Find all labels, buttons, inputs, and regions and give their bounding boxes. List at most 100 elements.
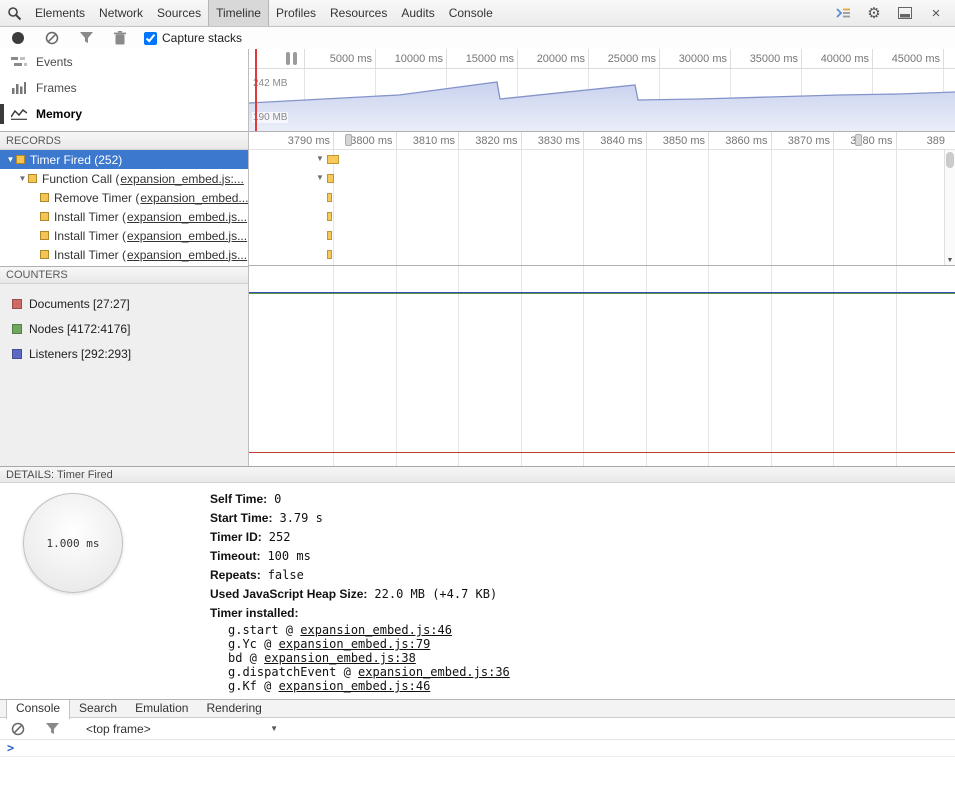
console-prompt-chevron: > (7, 741, 14, 755)
counters-gridlines (249, 266, 955, 466)
tick-label: 389 (927, 135, 945, 147)
tab-audits[interactable]: Audits (394, 0, 441, 26)
ruler-tick: 20000 ms (518, 49, 589, 68)
trash-icon[interactable] (112, 30, 128, 46)
tick-label: 5000 ms (330, 53, 372, 65)
tab-network[interactable]: Network (92, 0, 150, 26)
records-tree: ▼Timer Fired (252)▼Function Call (expans… (0, 150, 248, 266)
stack-source-link[interactable]: expansion_embed.js:79 (279, 637, 431, 651)
counter-color-swatch (12, 324, 22, 334)
capture-stacks-checkbox[interactable] (144, 32, 157, 45)
record-type-icon (40, 212, 49, 221)
detail-field-value: 0 (274, 492, 281, 506)
ruler-tick: 389 (897, 132, 955, 149)
documents-count-line (249, 452, 955, 453)
drawer-tab-console[interactable]: Console (6, 700, 70, 719)
record-source-link[interactable]: expansion_embed.js... (127, 248, 247, 262)
show-drawer-icon[interactable] (834, 4, 852, 22)
stack-frame: bd @ expansion_embed.js:38 (228, 651, 510, 665)
ruler-tick: 25000 ms (589, 49, 660, 68)
record-label: Remove Timer ( (54, 191, 139, 205)
counters-sidebar: Documents [27:27] Nodes [4172:4176] Listen… (0, 284, 248, 466)
counter-toggle[interactable]: Documents [27:27] (0, 291, 248, 316)
record-button[interactable] (10, 30, 26, 46)
record-label: Timer Fired (252) (30, 153, 122, 167)
tab-timeline[interactable]: Timeline (208, 0, 269, 26)
mode-events[interactable]: Events (0, 49, 248, 75)
ruler-tick: 3880 ms (834, 132, 897, 149)
drawer-tab-rendering[interactable]: Rendering (197, 700, 270, 718)
detail-field: Start Time:3.79 s (210, 508, 510, 527)
ruler-handle[interactable] (345, 134, 352, 146)
clear-console-icon[interactable] (10, 721, 26, 737)
gridline (397, 150, 460, 265)
detail-field-name: Timeout: (210, 549, 260, 563)
mode-memory[interactable]: Memory (0, 101, 248, 127)
close-icon[interactable]: × (927, 4, 945, 22)
clear-icon[interactable] (44, 30, 60, 46)
record-row[interactable]: Install Timer (expansion_embed.js... (0, 207, 248, 226)
tab-console[interactable]: Console (442, 0, 500, 26)
stack-source-link[interactable]: expansion_embed.js:46 (279, 679, 431, 693)
scrollbar-thumb[interactable] (946, 152, 954, 168)
record-row[interactable]: ▼ Timer Fired (252) (0, 150, 248, 169)
counter-toggle[interactable]: Nodes [4172:4176] (0, 316, 248, 341)
drawer-tab-search[interactable]: Search (70, 700, 126, 718)
ruler-tick: 35000 ms (731, 49, 802, 68)
tab-elements[interactable]: Elements (28, 0, 92, 26)
disclosure-arrow-icon[interactable]: ▼ (315, 154, 325, 163)
timeline-event-bar[interactable] (327, 174, 334, 183)
detail-field-value: 3.79 s (279, 511, 322, 525)
settings-gear-icon[interactable]: ⚙ (865, 4, 883, 22)
record-source-link[interactable]: expansion_embed... (140, 191, 248, 205)
tab-resources[interactable]: Resources (323, 0, 394, 26)
timeline-event-bar[interactable] (327, 231, 332, 240)
counter-toggle[interactable]: Listeners [292:293] (0, 341, 248, 366)
memory-usage-chart (249, 69, 955, 131)
drawer-tab-emulation[interactable]: Emulation (126, 700, 197, 718)
stack-function: g.start @ (228, 623, 300, 637)
counter-label: Nodes [4172:4176] (29, 322, 130, 336)
gridline (522, 150, 585, 265)
stack-frame: g.Kf @ expansion_embed.js:46 (228, 679, 510, 693)
timeline-event-bar[interactable] (327, 155, 339, 164)
record-source-link[interactable]: expansion_embed.js... (127, 210, 247, 224)
dock-side-icon[interactable] (896, 4, 914, 22)
console-output-area[interactable]: > (0, 740, 955, 789)
stack-frame: g.dispatchEvent @ expansion_embed.js:36 (228, 665, 510, 679)
capture-stacks-toggle: Capture stacks (144, 31, 242, 45)
console-prompt-row[interactable]: > (0, 740, 955, 757)
ruler-handle[interactable] (855, 134, 862, 146)
records-timeline-pane[interactable]: ▼ ▼ ▼ (249, 150, 955, 266)
console-filter-icon[interactable] (44, 721, 60, 737)
disclosure-arrow-icon[interactable]: ▼ (315, 173, 325, 182)
disclosure-arrow-icon[interactable]: ▼ (5, 155, 16, 164)
execution-context-selector[interactable]: <top frame> ▼ (86, 722, 278, 736)
record-source-link[interactable]: expansion_embed.js:... (120, 172, 243, 186)
timeline-event-bar[interactable] (327, 250, 332, 259)
listeners-count-line (249, 292, 955, 293)
stack-source-link[interactable]: expansion_embed.js:36 (358, 665, 510, 679)
stack-source-link[interactable]: expansion_embed.js:46 (300, 623, 452, 637)
gridline (249, 266, 334, 466)
record-row[interactable]: Install Timer (expansion_embed.js... (0, 226, 248, 245)
tick-label: 3820 ms (475, 135, 517, 147)
overview-window-right-handle[interactable] (293, 52, 297, 65)
search-icon[interactable] (0, 0, 28, 26)
detail-field-value: 100 ms (267, 549, 310, 563)
stack-source-link[interactable]: expansion_embed.js:38 (264, 651, 416, 665)
timeline-event-bar[interactable] (327, 212, 332, 221)
record-row[interactable]: ▼Function Call (expansion_embed.js:... (0, 169, 248, 188)
disclosure-arrow-icon[interactable]: ▼ (17, 174, 28, 183)
filter-icon[interactable] (78, 30, 94, 46)
scroll-down-arrow-icon[interactable]: ▼ (945, 257, 955, 264)
record-source-link[interactable]: expansion_embed.js... (127, 229, 247, 243)
record-row[interactable]: Install Timer (expansion_embed.js... (0, 245, 248, 264)
timeline-event-bar[interactable] (327, 193, 332, 202)
tab-profiles[interactable]: Profiles (269, 0, 323, 26)
memory-overview-graph[interactable]: 242 MB 190 MB (249, 69, 955, 131)
tab-sources[interactable]: Sources (150, 0, 208, 26)
mode-frames[interactable]: Frames (0, 75, 248, 101)
record-row[interactable]: Remove Timer (expansion_embed... (0, 188, 248, 207)
overview-window-left-handle[interactable] (286, 52, 290, 65)
